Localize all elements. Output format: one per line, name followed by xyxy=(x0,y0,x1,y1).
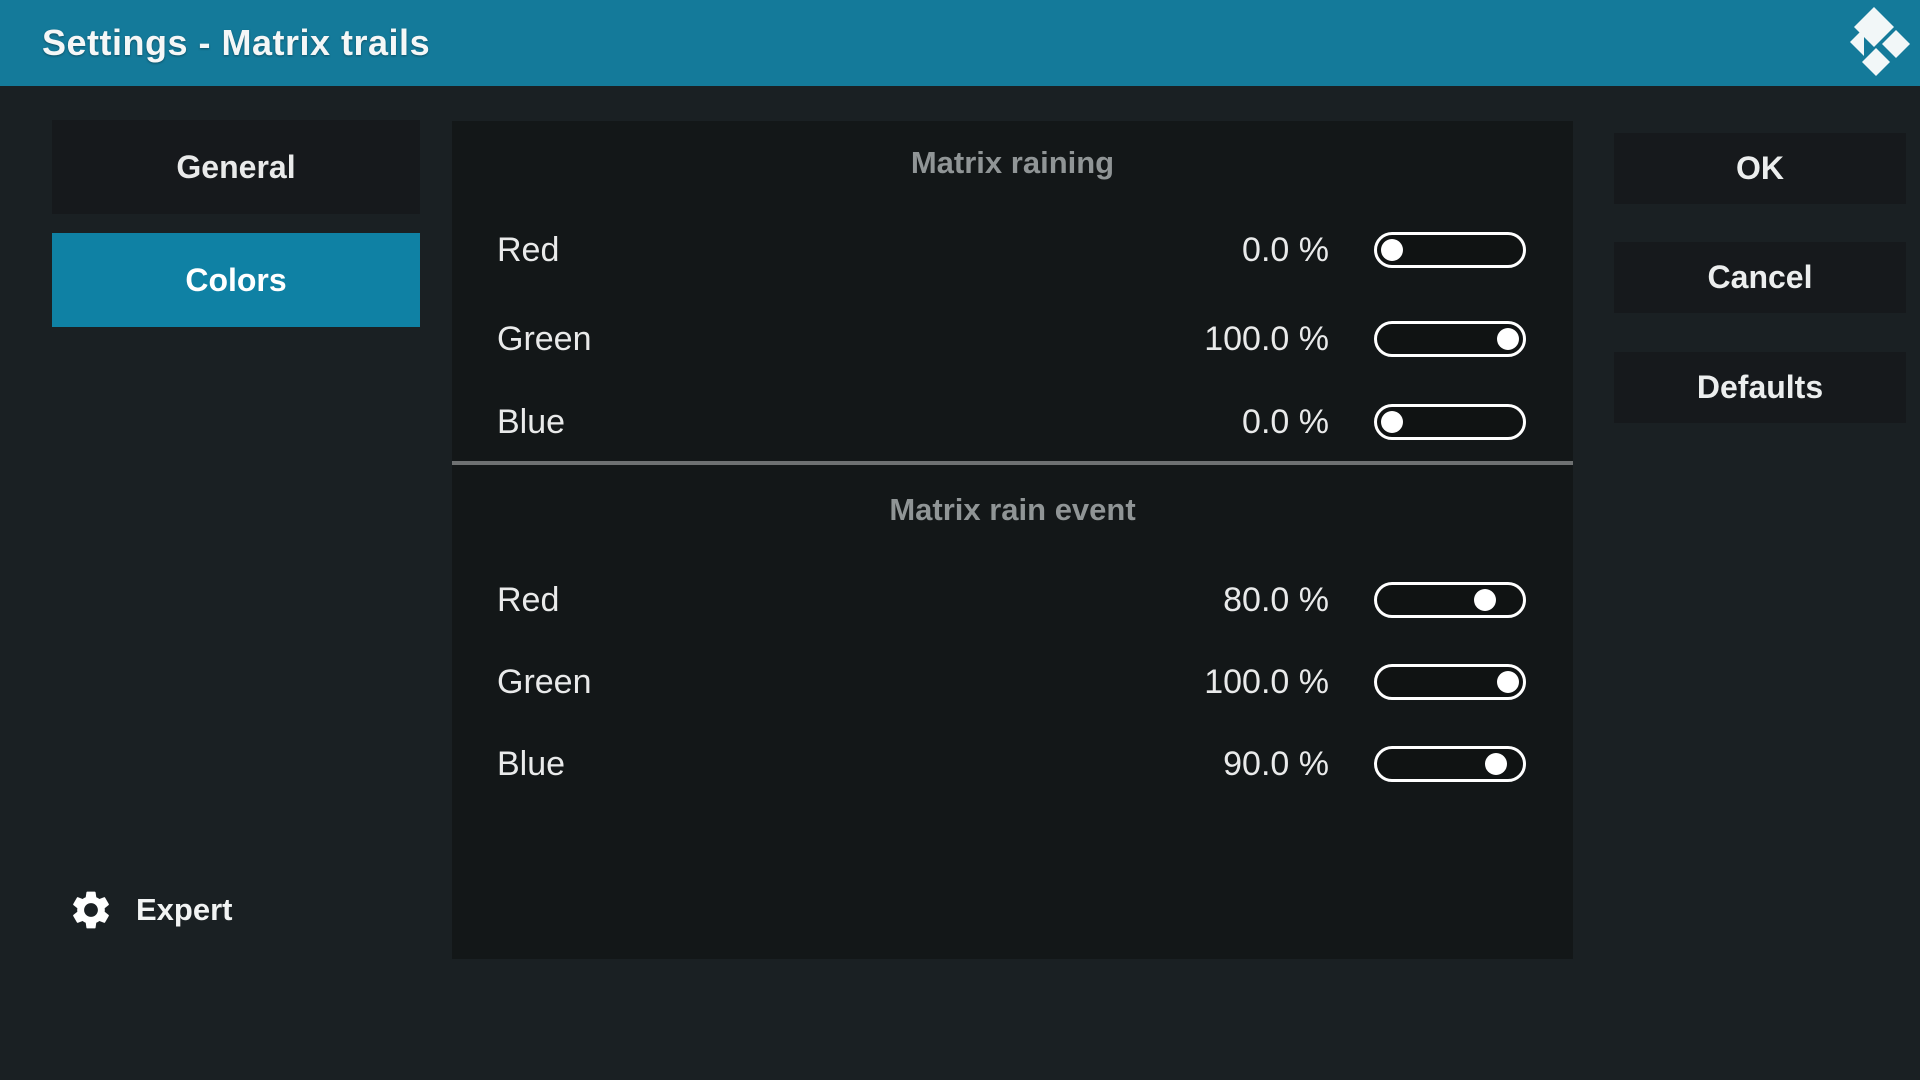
setting-label: Red xyxy=(497,231,1169,270)
setting-value: 80.0 % xyxy=(1169,581,1329,620)
setting-row-raining-red[interactable]: Red 0.0 % xyxy=(497,226,1526,274)
blue-slider[interactable] xyxy=(1374,746,1526,782)
setting-row-event-red[interactable]: Red 80.0 % xyxy=(497,576,1526,624)
setting-label: Green xyxy=(497,320,1169,359)
slider-knob[interactable] xyxy=(1497,671,1519,693)
settings-level-toggle[interactable]: Expert xyxy=(68,884,232,936)
slider-knob[interactable] xyxy=(1381,239,1403,261)
sidebar-item-label: Colors xyxy=(185,262,286,299)
section-separator xyxy=(452,461,1573,465)
gear-icon xyxy=(68,887,114,933)
setting-value: 90.0 % xyxy=(1169,745,1329,784)
setting-value: 0.0 % xyxy=(1169,231,1329,270)
slider-knob[interactable] xyxy=(1474,589,1496,611)
cancel-button-label: Cancel xyxy=(1708,259,1813,296)
setting-row-raining-green[interactable]: Green 100.0 % xyxy=(497,315,1526,363)
defaults-button-label: Defaults xyxy=(1697,369,1823,406)
section-header-matrix-raining: Matrix raining xyxy=(452,143,1573,183)
setting-value: 100.0 % xyxy=(1169,663,1329,702)
settings-panel: Matrix raining Red 0.0 % Green 100.0 % B… xyxy=(452,121,1573,959)
green-slider[interactable] xyxy=(1374,321,1526,357)
dialog-title: Settings - Matrix trails xyxy=(42,0,430,86)
green-slider[interactable] xyxy=(1374,664,1526,700)
sidebar-item-general[interactable]: General xyxy=(52,120,420,214)
setting-row-raining-blue[interactable]: Blue 0.0 % xyxy=(497,398,1526,446)
slider-knob[interactable] xyxy=(1485,753,1507,775)
ok-button-label: OK xyxy=(1736,150,1784,187)
cancel-button[interactable]: Cancel xyxy=(1614,242,1906,313)
red-slider[interactable] xyxy=(1374,232,1526,268)
sidebar-item-label: General xyxy=(176,149,295,186)
dialog-titlebar: Settings - Matrix trails xyxy=(0,0,1920,86)
setting-value: 0.0 % xyxy=(1169,403,1329,442)
slider-knob[interactable] xyxy=(1497,328,1519,350)
setting-row-event-green[interactable]: Green 100.0 % xyxy=(497,658,1526,706)
section-header-matrix-rain-event: Matrix rain event xyxy=(452,490,1573,530)
red-slider[interactable] xyxy=(1374,582,1526,618)
settings-level-label: Expert xyxy=(136,892,232,928)
sidebar-item-colors[interactable]: Colors xyxy=(52,233,420,327)
defaults-button[interactable]: Defaults xyxy=(1614,352,1906,423)
slider-knob[interactable] xyxy=(1381,411,1403,433)
setting-row-event-blue[interactable]: Blue 90.0 % xyxy=(497,740,1526,788)
setting-label: Blue xyxy=(497,745,1169,784)
blue-slider[interactable] xyxy=(1374,404,1526,440)
setting-label: Red xyxy=(497,581,1169,620)
ok-button[interactable]: OK xyxy=(1614,133,1906,204)
setting-label: Green xyxy=(497,663,1169,702)
setting-value: 100.0 % xyxy=(1169,320,1329,359)
kodi-logo-icon xyxy=(1850,7,1910,77)
setting-label: Blue xyxy=(497,403,1169,442)
